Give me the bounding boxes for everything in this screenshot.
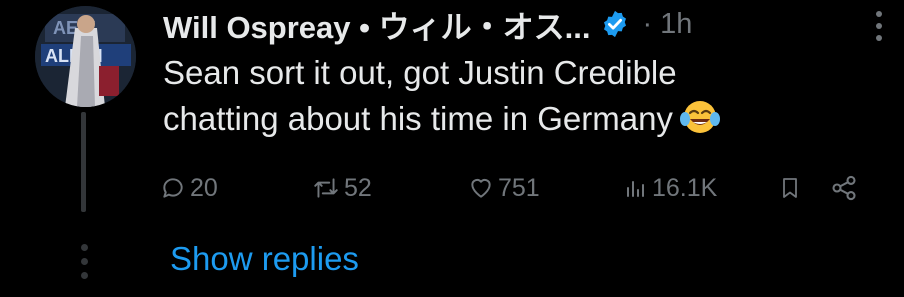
thread-continuation-dots [80, 244, 88, 280]
tweet-text-line-2-wrap: chatting about his time in Germany [163, 96, 873, 142]
repost-icon [312, 175, 340, 201]
bookmark-icon [778, 175, 802, 201]
tweet-text: Sean sort it out, got Justin Credible ch… [163, 50, 873, 142]
repost-count: 52 [344, 173, 372, 202]
heart-icon [468, 175, 494, 201]
bookmark-button[interactable] [778, 170, 802, 206]
views-chart-icon [624, 175, 648, 201]
avatar-photo: AEW ALL IN [35, 6, 136, 107]
like-button[interactable]: 751 [468, 170, 540, 206]
share-button[interactable] [830, 170, 858, 206]
reply-button[interactable]: 20 [160, 170, 218, 206]
tweet-actions: 20 52 751 16.1K [160, 170, 870, 206]
repost-button[interactable]: 52 [312, 170, 372, 206]
tweet-timestamp[interactable]: 1h [660, 8, 692, 41]
reply-icon [160, 175, 186, 201]
views-button[interactable]: 16.1K [624, 170, 717, 206]
reply-count: 20 [190, 173, 218, 202]
verified-badge-icon [600, 9, 630, 39]
author-name[interactable]: Will Ospreay • ウィル・オス... [163, 2, 590, 47]
face-with-tears-of-joy-icon [679, 99, 721, 135]
share-icon [830, 174, 858, 202]
avatar[interactable]: AEW ALL IN [35, 6, 136, 107]
tweet-text-line-2: chatting about his time in Germany [163, 100, 673, 137]
show-replies-link[interactable]: Show replies [170, 240, 359, 278]
more-dots-icon[interactable] [850, 8, 904, 44]
thread-connector-line [81, 112, 86, 212]
header-separator: · [642, 7, 653, 40]
tweet-text-line-1: Sean sort it out, got Justin Credible [163, 54, 677, 91]
views-count: 16.1K [652, 173, 718, 202]
tweet-header: Will Ospreay • ウィル・オス... · 1h [163, 2, 692, 47]
like-count: 751 [498, 173, 540, 202]
